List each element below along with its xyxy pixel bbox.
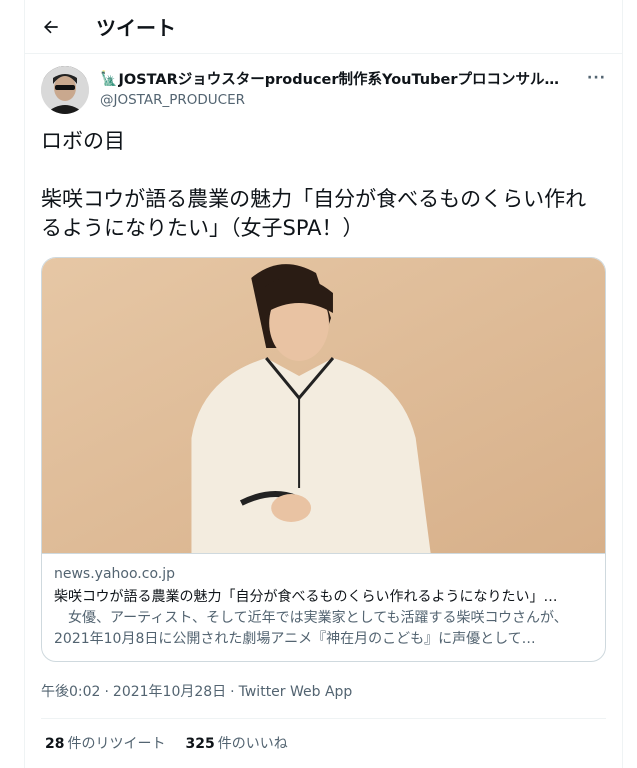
avatar[interactable] <box>41 66 89 114</box>
card-image <box>42 258 605 553</box>
tweet-date[interactable]: 2021年10月28日 <box>113 684 226 700</box>
link-card[interactable]: news.yahoo.co.jp 柴咲コウが語る農業の魅力「自分が食べるものくら… <box>41 257 606 662</box>
avatar-image <box>41 66 89 114</box>
card-body: news.yahoo.co.jp 柴咲コウが語る農業の魅力「自分が食べるものくら… <box>42 553 605 661</box>
tweet-source[interactable]: Twitter Web App <box>239 684 353 700</box>
page-header: ツイート <box>25 0 622 54</box>
card-title: 柴咲コウが語る農業の魅力「自分が食べるものくらい作れるようになりたい」… <box>54 589 558 605</box>
tweet: 🗽 JOSTARジョウスターproducer制作系YouTuberプロコンサルタ… <box>25 54 622 753</box>
tweet-stats: 28 件のリツイート 325 件のいいね <box>41 719 606 753</box>
statue-of-liberty-icon: 🗽 <box>100 70 118 87</box>
separator: · <box>104 684 109 700</box>
timeline-column: ツイート 🗽 JOSTARジョウスターproducer制作系YouTuberプロ… <box>24 0 623 768</box>
more-options-icon[interactable]: ··· <box>587 70 606 86</box>
like-count[interactable]: 325 件のいいね <box>185 733 287 753</box>
card-description: 女優、アーティスト、そして近年では実業家としても活躍する柴咲コウさんが、2021… <box>54 610 568 647</box>
author-handle[interactable]: @JOSTAR_PRODUCER <box>100 92 560 108</box>
author-name[interactable]: 🗽 JOSTARジョウスターproducer制作系YouTuberプロコンサルタ… <box>100 68 560 89</box>
arrow-left-icon <box>44 20 58 33</box>
tweet-text: ロボの目 柴咲コウが語る農業の魅力「自分が食べるものくらい作れるようになりたい」… <box>41 129 587 240</box>
separator: · <box>230 684 235 700</box>
retweet-count[interactable]: 28 件のリツイート <box>45 733 165 753</box>
card-domain: news.yahoo.co.jp <box>54 566 175 582</box>
tweet-author: 🗽 JOSTARジョウスターproducer制作系YouTuberプロコンサルタ… <box>41 54 606 114</box>
tweet-time[interactable]: 午後0:02 <box>41 684 100 700</box>
back-button[interactable] <box>34 10 68 44</box>
page-title: ツイート <box>96 16 176 40</box>
tweet-meta: 午後0:02 · 2021年10月28日 · Twitter Web App <box>41 681 606 719</box>
